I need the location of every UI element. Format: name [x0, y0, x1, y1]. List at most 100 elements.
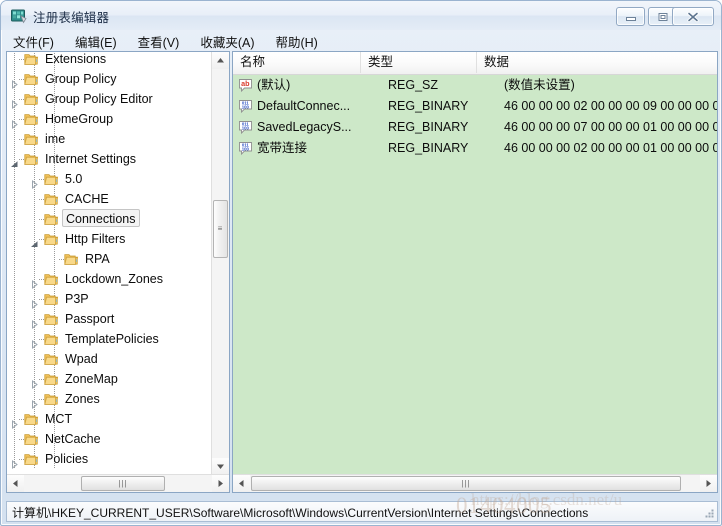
menu-help[interactable]: 帮助(H) — [271, 31, 321, 52]
tree-scroll-left-button[interactable] — [7, 475, 24, 492]
menu-edit[interactable]: 编辑(E) — [71, 31, 121, 52]
expand-arrow-icon[interactable] — [30, 395, 39, 410]
minimize-button[interactable] — [616, 7, 645, 26]
tree-item-netcache[interactable]: NetCache — [7, 429, 212, 449]
value-row[interactable]: 011 100 DefaultConnec... REG_BINARY 46 00 00… — [233, 96, 717, 117]
tree-item-mct[interactable]: MCT — [7, 409, 212, 430]
tree-scroll-thumb[interactable]: ≡ — [213, 200, 228, 258]
tree-item-label: Zones — [65, 392, 100, 406]
expand-arrow-icon[interactable] — [10, 75, 19, 90]
expand-arrow-icon[interactable] — [30, 375, 39, 390]
menu-file[interactable]: 文件(F) — [9, 31, 58, 52]
tree-scroll-up-button[interactable] — [212, 52, 229, 69]
tree-item-label: ime — [45, 132, 66, 146]
expand-arrow-icon[interactable] — [30, 315, 39, 330]
values-column-header: 名称 类型 数据 — [233, 52, 717, 75]
tree-item-p3p[interactable]: P3P — [7, 289, 212, 310]
resize-grip-icon[interactable] — [703, 507, 715, 519]
value-row[interactable]: ab (默认) REG_SZ (数值未设置) — [233, 75, 717, 96]
expand-arrow-icon[interactable] — [30, 335, 39, 350]
tree-item-label: Internet Settings — [45, 152, 137, 166]
binary-value-icon: 011 100 — [238, 141, 253, 156]
tree-item-zonemap[interactable]: ZoneMap — [7, 369, 212, 390]
column-header-type[interactable]: 类型 — [361, 52, 477, 73]
tree-item-label: Policies — [45, 452, 89, 466]
value-data: (数值未设置) — [504, 78, 575, 92]
value-name: 宽带连接 — [257, 141, 308, 155]
tree-item-internet-settings[interactable]: Internet Settings — [7, 149, 212, 169]
tree-item-label: Extensions — [45, 52, 107, 66]
registry-editor-window: 注册表编辑器 文件(F) 编辑(E) 查看(V) 收藏夹(A) 帮助(H) Ex… — [0, 0, 722, 526]
menu-bar: 文件(F) 编辑(E) 查看(V) 收藏夹(A) 帮助(H) — [1, 31, 721, 51]
minimize-icon — [625, 16, 636, 21]
menu-view[interactable]: 查看(V) — [134, 31, 184, 52]
tree-item-wpad[interactable]: Wpad — [7, 349, 212, 369]
close-button[interactable] — [672, 7, 714, 26]
registry-tree[interactable]: Extensions Group Policy Group Policy Edito… — [7, 52, 212, 475]
column-header-data[interactable]: 数据 — [477, 52, 717, 73]
tree-scroll-right-button[interactable] — [212, 475, 229, 492]
collapse-arrow-icon[interactable] — [10, 155, 19, 167]
tree-item-ime[interactable]: ime — [7, 129, 212, 149]
values-list[interactable]: ab (默认) REG_SZ (数值未设置) 011 100 DefaultConnec..… — [233, 75, 717, 159]
tree-item-rpa[interactable]: RPA — [7, 249, 212, 269]
tree-item-label: MCT — [45, 412, 73, 426]
tree-item-policies[interactable]: Policies — [7, 449, 212, 470]
value-data: 46 00 00 00 07 00 00 00 01 00 00 00 00 0 — [504, 120, 718, 134]
expand-arrow-icon[interactable] — [10, 95, 19, 110]
expand-arrow-icon[interactable] — [30, 295, 39, 310]
expand-arrow-icon[interactable] — [10, 415, 19, 430]
tree-item-extensions[interactable]: Extensions — [7, 52, 212, 69]
tree-h-scroll-thumb[interactable]: ||| — [81, 476, 165, 491]
restore-icon — [658, 12, 667, 21]
tree-item-label: 5.0 — [65, 172, 83, 186]
tree-item-zones[interactable]: Zones — [7, 389, 212, 410]
tree-item-connections[interactable]: Connections — [7, 209, 212, 229]
svg-text:100: 100 — [242, 125, 250, 130]
collapse-arrow-icon[interactable] — [30, 235, 39, 247]
title-bar: 注册表编辑器 — [1, 1, 721, 30]
folder-icon — [44, 372, 59, 386]
chevron-right-icon — [706, 480, 711, 487]
tree-item-group-policy-editor[interactable]: Group Policy Editor — [7, 89, 212, 110]
tree-horizontal-scrollbar[interactable]: ||| — [7, 474, 229, 492]
expand-arrow-icon[interactable] — [10, 115, 19, 130]
expand-arrow-icon[interactable] — [10, 455, 19, 470]
tree-scroll-down-button[interactable] — [212, 458, 229, 475]
chevron-left-icon — [13, 480, 18, 487]
folder-icon — [24, 412, 39, 426]
menu-favorites[interactable]: 收藏夹(A) — [196, 31, 258, 52]
scroll-grip-icon: ||| — [461, 478, 471, 488]
folder-icon — [24, 72, 39, 86]
expand-arrow-icon[interactable] — [30, 175, 39, 190]
folder-icon — [44, 292, 59, 306]
expand-arrow-icon[interactable] — [30, 275, 39, 290]
values-h-scroll-thumb[interactable]: ||| — [251, 476, 681, 491]
value-data: 46 00 00 00 02 00 00 00 09 00 00 00 00 0 — [504, 99, 718, 113]
tree-item-lockdown-zones[interactable]: Lockdown_Zones — [7, 269, 212, 290]
values-scroll-left-button[interactable] — [233, 475, 250, 492]
folder-icon — [64, 252, 79, 266]
value-row[interactable]: 011 100 SavedLegacyS... REG_BINARY 46 00 00 … — [233, 117, 717, 138]
tree-item-passport[interactable]: Passport — [7, 309, 212, 330]
tree-vertical-scrollbar[interactable]: ≡ — [211, 52, 229, 475]
regedit-icon — [10, 7, 27, 24]
tree-item-group-policy[interactable]: Group Policy — [7, 69, 212, 90]
tree-item-5-0[interactable]: 5.0 — [7, 169, 212, 190]
tree-item-label: Wpad — [65, 352, 98, 366]
tree-item-cache[interactable]: CACHE — [7, 189, 212, 209]
value-type: REG_BINARY — [388, 141, 469, 155]
folder-icon — [44, 232, 59, 246]
tree-item-label: Http Filters — [65, 232, 126, 246]
split-panes: Extensions Group Policy Group Policy Edito… — [6, 51, 718, 493]
tree-item-homegroup[interactable]: HomeGroup — [7, 109, 212, 130]
column-header-name[interactable]: 名称 — [233, 52, 361, 73]
tree-item-http-filters[interactable]: Http Filters — [7, 229, 212, 249]
folder-icon — [44, 332, 59, 346]
values-scroll-right-button[interactable] — [700, 475, 717, 492]
value-row[interactable]: 011 100 宽带连接 REG_BINARY 46 00 00 00 02 00 00… — [233, 138, 717, 159]
values-horizontal-scrollbar[interactable]: ||| — [233, 474, 717, 492]
tree-item-templatepolicies[interactable]: TemplatePolicies — [7, 329, 212, 350]
folder-icon — [24, 132, 39, 146]
chevron-down-icon — [217, 464, 224, 469]
